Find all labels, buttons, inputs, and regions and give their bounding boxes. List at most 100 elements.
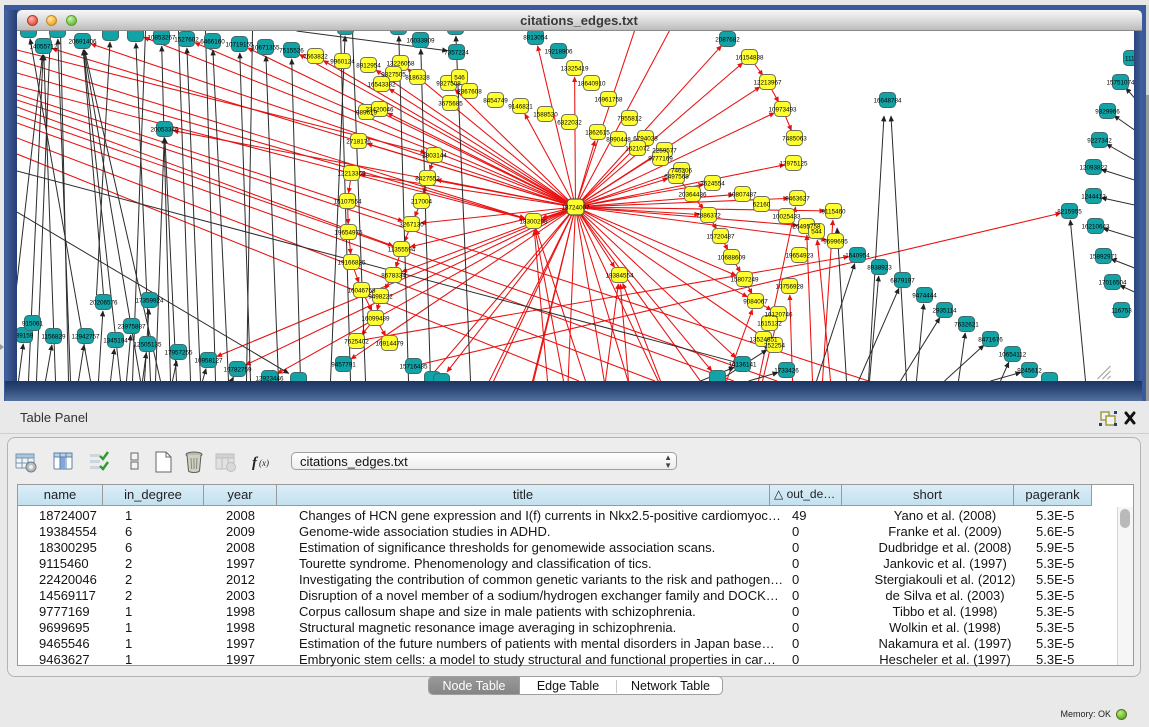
svg-text:544: 544 — [811, 229, 822, 236]
svg-text:20206576: 20206576 — [89, 300, 118, 307]
svg-text:9227342: 9227342 — [1087, 138, 1112, 145]
svg-text:1362615: 1362615 — [585, 130, 610, 137]
svg-text:10688609: 10688609 — [717, 255, 746, 262]
svg-text:217004: 217004 — [410, 199, 432, 206]
svg-text:10654112: 10654112 — [998, 352, 1026, 359]
svg-text:6466160: 6466160 — [200, 39, 225, 46]
svg-text:17016504: 17016504 — [1098, 280, 1127, 287]
svg-text:7886372: 7886372 — [696, 213, 721, 220]
svg-text:2367608: 2367608 — [457, 89, 482, 96]
svg-text:1527602: 1527602 — [174, 37, 199, 44]
svg-text:1733426: 1733426 — [774, 368, 799, 375]
svg-text:7515526: 7515526 — [279, 48, 304, 55]
svg-text:8215955: 8215955 — [1057, 209, 1082, 216]
svg-text:1345194: 1345194 — [103, 338, 128, 345]
svg-text:8186328: 8186328 — [405, 75, 430, 82]
svg-text:12213967: 12213967 — [753, 80, 782, 87]
svg-text:15720487: 15720487 — [706, 234, 735, 241]
svg-text:9474444: 9474444 — [912, 293, 937, 300]
svg-text:14055712: 14055712 — [29, 44, 58, 51]
svg-text:2087682: 2087682 — [715, 37, 740, 44]
svg-text:f: f — [252, 455, 259, 471]
svg-text:9327508: 9327508 — [436, 81, 461, 88]
svg-text:8912954: 8912954 — [356, 63, 381, 70]
svg-text:7357224: 7357224 — [444, 50, 469, 57]
svg-text:1621072: 1621072 — [625, 146, 650, 153]
svg-text:13226058: 13226058 — [386, 61, 415, 68]
svg-text:17359924: 17359924 — [135, 298, 164, 305]
svg-text:10756928: 10756928 — [775, 284, 804, 291]
svg-text:15892971: 15892971 — [1089, 254, 1118, 261]
svg-text:10958127: 10958127 — [194, 358, 223, 365]
svg-text:8990448: 8990448 — [606, 137, 631, 144]
svg-text:9084067: 9084067 — [743, 299, 768, 306]
svg-text:1244413: 1244413 — [1081, 194, 1106, 201]
svg-text:2935114: 2935114 — [932, 308, 957, 315]
svg-text:12942757: 12942757 — [71, 334, 100, 341]
svg-text:2259577: 2259577 — [652, 148, 677, 155]
svg-text:1156829: 1156829 — [41, 334, 66, 341]
svg-text:1640954: 1640954 — [845, 253, 870, 260]
svg-text:2718176: 2718176 — [346, 139, 371, 146]
svg-text:12213369: 12213369 — [337, 171, 366, 178]
svg-text:16961758: 16961758 — [594, 97, 623, 104]
svg-text:3267130: 3267130 — [399, 222, 424, 229]
svg-text:16033809: 16033809 — [406, 38, 435, 45]
svg-text:23420046: 23420046 — [365, 107, 394, 114]
svg-text:19654923: 19654923 — [785, 253, 814, 260]
svg-text:16914479: 16914479 — [375, 341, 404, 348]
svg-text:16782759: 16782759 — [223, 367, 252, 374]
svg-text:9146821: 9146821 — [508, 104, 533, 111]
svg-text:9498222: 9498222 — [368, 294, 393, 301]
svg-text:15807249: 15807249 — [730, 277, 759, 284]
svg-text:16107554: 16107554 — [333, 199, 362, 206]
svg-text:6879197: 6879197 — [890, 278, 915, 285]
svg-text:10025433: 10025433 — [772, 214, 801, 221]
svg-text:10973493: 10973493 — [768, 107, 797, 114]
svg-text:1117: 1117 — [1124, 56, 1134, 63]
svg-text:8813054: 8813054 — [523, 35, 548, 42]
svg-text:16648784: 16648784 — [873, 98, 902, 105]
svg-text:9777169: 9777169 — [648, 156, 673, 163]
svg-text:16099489: 16099489 — [361, 316, 390, 323]
svg-text:9463627: 9463627 — [785, 196, 810, 203]
svg-text:546: 546 — [454, 75, 465, 82]
svg-text:13325419: 13325419 — [560, 66, 589, 73]
svg-text:39159: 39159 — [17, 333, 34, 340]
svg-text:16543382: 16543382 — [367, 82, 396, 89]
svg-text:9329966: 9329966 — [1095, 109, 1120, 116]
svg-text:8471676: 8471676 — [978, 337, 1003, 344]
svg-text:19218906: 19218906 — [544, 49, 573, 56]
svg-text:9960124: 9960124 — [330, 59, 355, 66]
svg-text:10671355: 10671355 — [251, 45, 280, 52]
svg-text:8454749: 8454749 — [483, 98, 508, 105]
svg-text:9699695: 9699695 — [823, 239, 848, 246]
svg-text:18300295: 18300295 — [519, 219, 548, 226]
svg-text:11355594: 11355594 — [387, 247, 415, 254]
svg-text:15716485: 15716485 — [399, 364, 428, 371]
svg-text:9245612: 9245612 — [1017, 368, 1042, 375]
svg-text:7663822: 7663822 — [303, 54, 328, 61]
svg-text:12505135: 12505135 — [133, 342, 162, 349]
svg-text:(x): (x) — [259, 458, 269, 468]
svg-text:2803144: 2803144 — [422, 153, 447, 160]
svg-text:15751074: 15751074 — [1106, 80, 1134, 87]
svg-text:62160: 62160 — [752, 202, 770, 209]
svg-text:6794028: 6794028 — [633, 136, 658, 143]
svg-text:16120746: 16120746 — [764, 312, 793, 319]
svg-text:116753: 116753 — [1111, 308, 1132, 315]
svg-text:17957255: 17957255 — [164, 350, 193, 357]
svg-text:14136141: 14136141 — [728, 362, 757, 369]
svg-text:9457791: 9457791 — [331, 362, 356, 369]
svg-text:8427552: 8427552 — [415, 176, 440, 183]
svg-text:20053346: 20053346 — [150, 127, 179, 134]
svg-text:1615132: 1615132 — [757, 321, 782, 328]
svg-text:915061: 915061 — [21, 321, 43, 328]
svg-text:6497568: 6497568 — [664, 174, 689, 181]
svg-text:9327505: 9327505 — [381, 72, 406, 79]
svg-text:12093822: 12093822 — [1079, 165, 1108, 172]
svg-text:19384554: 19384554 — [605, 273, 634, 280]
svg-text:7632621: 7632621 — [954, 322, 979, 329]
svg-text:12975125: 12975125 — [779, 161, 808, 168]
svg-text:252254: 252254 — [763, 343, 785, 350]
